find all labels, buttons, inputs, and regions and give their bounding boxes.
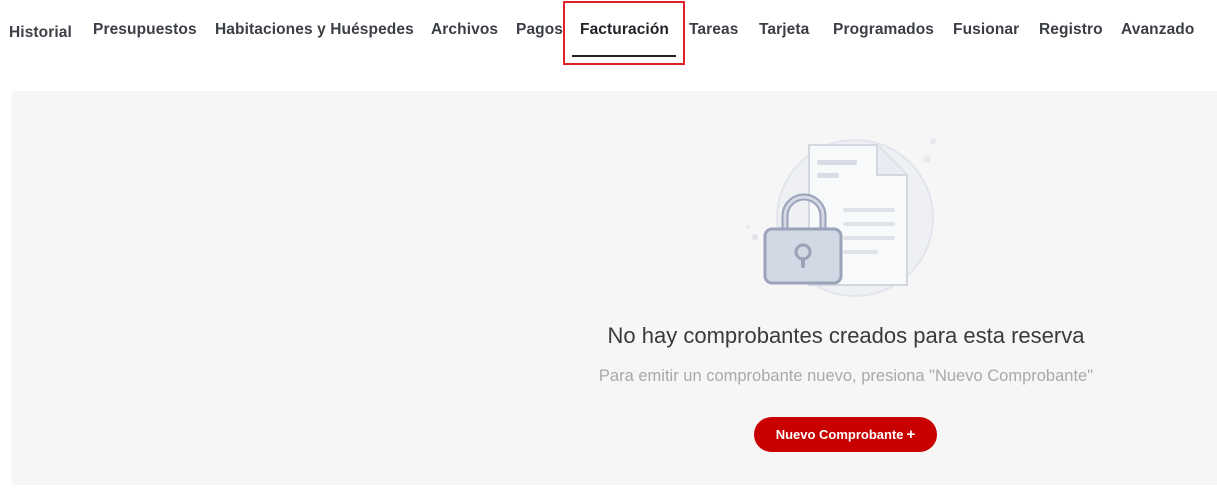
empty-state-title: No hay comprobantes creados para esta re… <box>607 323 1085 348</box>
empty-state-panel <box>11 91 1217 485</box>
tab-bar: Historial Presupuestos Habitaciones y Hu… <box>0 0 1217 70</box>
tab-presupuestos[interactable]: Presupuestos <box>93 21 197 39</box>
locked-document-icon <box>746 138 936 297</box>
tab-fusionar[interactable]: Fusionar <box>953 21 1019 39</box>
tab-tareas[interactable]: Tareas <box>689 21 738 39</box>
new-voucher-button-label: Nuevo Comprobante <box>775 427 904 442</box>
tab-historial[interactable]: Historial <box>9 24 72 42</box>
tab-pagos[interactable]: Pagos <box>516 21 563 39</box>
active-tab-highlight <box>563 1 685 65</box>
tab-registro[interactable]: Registro <box>1039 21 1103 39</box>
tab-programados[interactable]: Programados <box>833 21 934 39</box>
empty-state-subtitle: Para emitir un comprobante nuevo, presio… <box>598 367 1094 385</box>
plus-icon: + <box>906 426 916 443</box>
tab-tarjeta[interactable]: Tarjeta <box>759 21 809 39</box>
new-voucher-button[interactable]: Nuevo Comprobante + <box>754 417 937 452</box>
tab-avanzado[interactable]: Avanzado <box>1121 21 1194 39</box>
tab-habitaciones-y-huespedes[interactable]: Habitaciones y Huéspedes <box>215 21 414 39</box>
tab-archivos[interactable]: Archivos <box>431 21 498 39</box>
